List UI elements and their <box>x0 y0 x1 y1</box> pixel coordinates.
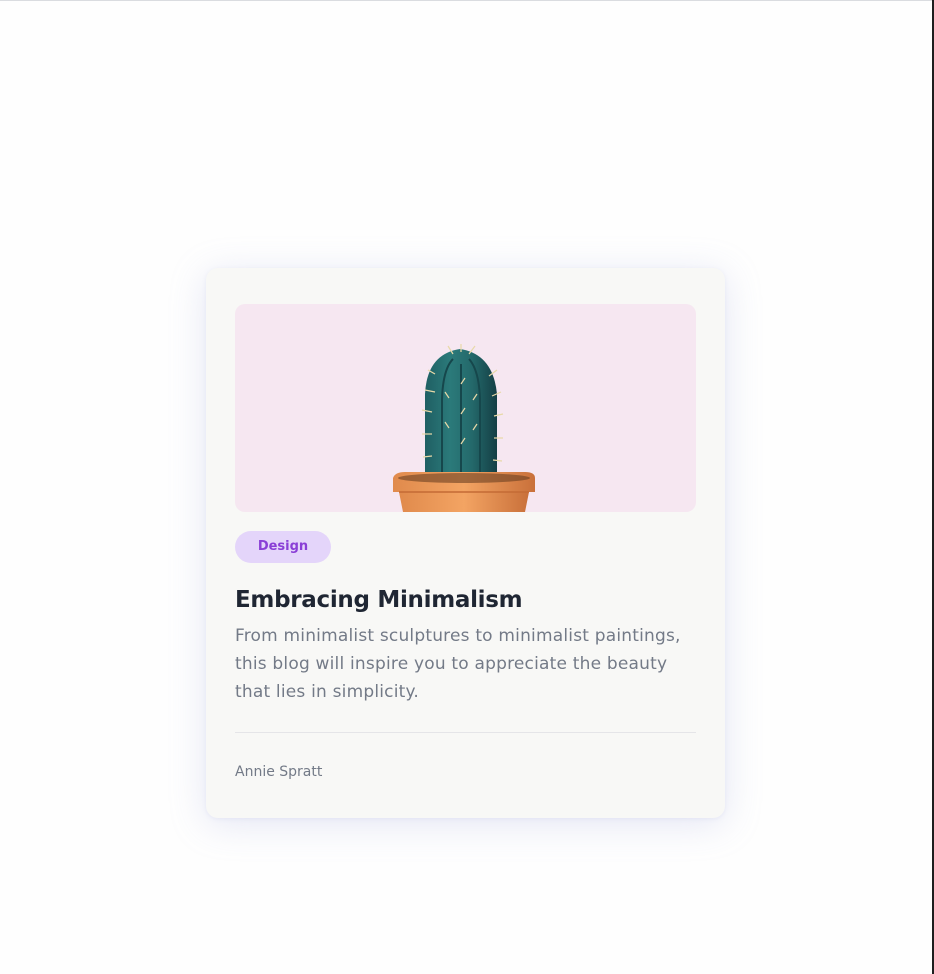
post-description: From minimalist sculptures to minimalist… <box>235 626 681 702</box>
cactus-pot-illustration <box>393 344 535 512</box>
blog-card-image <box>235 304 696 512</box>
category-tag[interactable]: Design <box>235 531 331 563</box>
page-top-border <box>0 0 934 1</box>
card-divider <box>235 732 696 733</box>
post-title[interactable]: Embracing Minimalism <box>235 584 696 616</box>
post-author[interactable]: Annie Spratt <box>235 762 322 782</box>
blog-card[interactable]: Design Embracing Minimalism From minimal… <box>206 268 725 818</box>
